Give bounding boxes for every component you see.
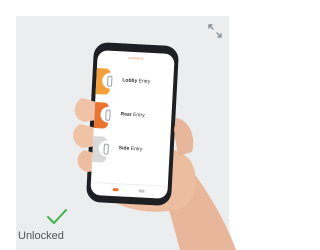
product-frame: uniquekey Lobby Entry Rear Entry Side En… bbox=[0, 0, 245, 250]
lock-icon bbox=[100, 106, 117, 124]
entry-label: Rear Entry bbox=[120, 111, 145, 119]
entry-label: Lobby Entry bbox=[122, 77, 151, 85]
lock-icon bbox=[101, 72, 119, 90]
entry-side[interactable]: Side Entry bbox=[91, 132, 171, 170]
entry-label: Side Entry bbox=[118, 145, 143, 153]
tab-home[interactable] bbox=[112, 188, 119, 192]
tab-settings[interactable] bbox=[138, 189, 145, 193]
lock-icon bbox=[98, 140, 116, 158]
status-label: Unlocked bbox=[18, 230, 64, 242]
check-icon bbox=[47, 209, 67, 224]
phone-screen: uniquekey Lobby Entry Rear Entry Side En… bbox=[90, 50, 175, 199]
entry-lobby[interactable]: Lobby Entry bbox=[95, 64, 174, 102]
entry-rear[interactable]: Rear Entry bbox=[93, 98, 173, 136]
